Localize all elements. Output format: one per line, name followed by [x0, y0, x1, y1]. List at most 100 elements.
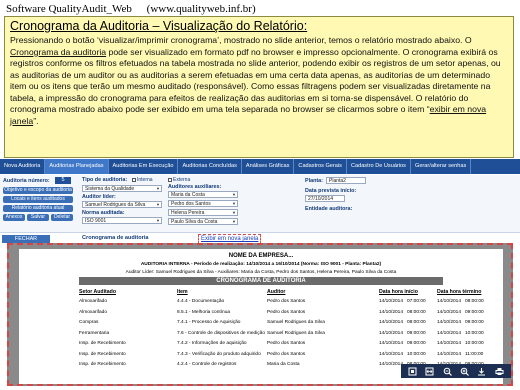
tab-auditorias-planejadas[interactable]: Auditorias Planejadas: [45, 159, 109, 174]
table-cell: Ferramentaria: [79, 330, 110, 336]
locais-itens-button[interactable]: Locais e itens auditados: [3, 196, 73, 203]
col-auditor-header: Auditor: [267, 289, 286, 295]
relatorio-auditoria-button[interactable]: Relatório auditoria atual: [3, 205, 73, 212]
zoom-in-icon[interactable]: [459, 366, 470, 376]
tab-gerar-alterar-senhas[interactable]: Gerar/alterar senhas: [411, 159, 472, 174]
norma-auditada-label: Norma auditada:: [82, 210, 125, 216]
tab-auditorias-em-execucao[interactable]: Auditorias Em Execução: [109, 159, 179, 174]
interna-radio[interactable]: Interna: [132, 177, 153, 183]
cronograma-label: Cronograma de auditoria: [82, 235, 149, 241]
zoom-out-icon[interactable]: [442, 366, 453, 376]
table-row: Insp. de Recebimento 7.4.2 - Informações …: [79, 341, 484, 350]
table-cell: 14/10/2014: [437, 351, 462, 357]
table-row: Ferramentaria 7.6 - Controle de dispositi…: [79, 330, 484, 340]
externa-label: Externa: [173, 177, 191, 183]
tab-cadastros-gerais[interactable]: Cadastros Gerais: [294, 159, 347, 174]
auditor-lider-label: Auditor líder:: [82, 194, 116, 200]
table-row: Compras 7.4.1 - Processo de Aquisição Samu…: [79, 320, 484, 329]
table-row: Almoxarifado 4.4.4 - Documentação Pedro do…: [79, 299, 484, 308]
fechar-relatorio-button[interactable]: FECHAR RELATÓRIO: [2, 235, 50, 250]
table-cell: 08:00:00: [407, 309, 426, 315]
tab-analises-graficas[interactable]: Análises Gráficas: [242, 159, 295, 174]
salvar-button[interactable]: Salvar: [27, 214, 49, 221]
tipo-auditoria-value: Sistema da Qualidade: [85, 186, 135, 192]
callout-body: Pressionando o botão ‘visualizar/imprimi…: [10, 35, 508, 127]
chevron-down-icon: ▼: [156, 186, 160, 191]
auditor-lider-select[interactable]: Samuel Rodrigues da Silva ▼: [82, 201, 162, 208]
tipo-auditoria-select[interactable]: Sistema da Qualidade ▼: [82, 185, 162, 192]
auditoria-numero-label: Auditoria número:: [3, 178, 50, 184]
chevron-down-icon: ▼: [232, 210, 236, 215]
table-cell: 14/10/2014: [437, 330, 462, 336]
auxiliar-select-4[interactable]: Paulo Silva da Costa ▼: [168, 218, 238, 225]
chevron-down-icon: ▼: [232, 219, 236, 224]
table-cell: 09:00:00: [407, 330, 426, 336]
col-setor-header: Setor Auditado: [79, 289, 116, 295]
tab-nova-auditoria[interactable]: Nova Auditoria: [0, 159, 46, 174]
interna-label: Interna: [137, 177, 153, 183]
chevron-down-icon: ▼: [156, 218, 160, 223]
table-cell: Insp. de Recebimento: [79, 341, 126, 346]
table-cell: 14/10/2014: [379, 351, 404, 357]
anexos-button[interactable]: Anexos: [3, 214, 25, 221]
planta-select[interactable]: Planta2: [326, 177, 366, 184]
auxiliar-select-3[interactable]: Helena Pereira ▼: [168, 209, 238, 216]
chevron-down-icon: ▼: [232, 201, 236, 206]
auxiliar-value-2: Pedro dos Santos: [171, 201, 211, 207]
download-icon[interactable]: [476, 366, 487, 376]
software-name: Software QualityAudit_Web: [6, 3, 132, 15]
tab-auditorias-concluidas[interactable]: Auditorias Concluídas: [178, 159, 242, 174]
callout-link-cronograma: Cronograma da auditoria: [10, 46, 107, 57]
table-cell: Insp. de Recebimento: [79, 351, 126, 357]
data-prevista-input[interactable]: 27/10/2014: [305, 195, 345, 202]
table-cell: Pedro dos Santos: [267, 309, 306, 315]
slide-header: Software QualityAudit_Web (www.qualitywe…: [0, 0, 520, 17]
table-cell: 10:00:00: [407, 351, 426, 357]
norma-auditada-select[interactable]: ISO 9001 ▼: [82, 217, 162, 224]
fit-page-icon[interactable]: [407, 366, 418, 376]
table-cell: 10:00:00: [465, 330, 484, 336]
table-cell: 09:00:00: [465, 309, 484, 315]
table-cell: 14/10/2014: [379, 362, 404, 367]
table-cell: Insp. de Recebimento: [79, 362, 126, 367]
table-cell: Maria da Costa: [267, 362, 300, 367]
fit-width-icon[interactable]: [424, 366, 435, 376]
report-company: NOME DA EMPRESA...: [228, 253, 294, 259]
callout-title: Cronograma da Auditoria – Visualização d…: [10, 19, 308, 33]
chevron-down-icon: ▼: [156, 202, 160, 207]
data-prevista-label: Data prevista início:: [305, 188, 357, 194]
auditores-auxiliares-label: Auditores auxiliares:: [168, 184, 222, 190]
table-cell: 4.4.4 - Documentação: [177, 299, 225, 304]
table-cell: 11:00:00: [465, 351, 484, 357]
data-prevista-value: 27/10/2014: [308, 196, 334, 202]
col-inicio-header: Data hora início: [379, 289, 418, 295]
pdf-viewer[interactable]: NOME DA EMPRESA... AUDITORIA INTERNA - P…: [7, 243, 513, 386]
audit-filter-panel: Auditoria número: 5 Objetivo e escopo da…: [0, 175, 520, 233]
table-cell: 7.6 - Controle de dispositivos de mediçã…: [177, 330, 265, 336]
table-cell: 8.5.1 - Melhoria contínua: [177, 309, 231, 315]
auxiliar-select-2[interactable]: Pedro dos Santos ▼: [168, 200, 238, 207]
table-cell: 14/10/2014: [437, 320, 462, 325]
auditor-lider-value: Samuel Rodrigues da Silva: [85, 202, 146, 208]
externa-radio[interactable]: Externa: [168, 177, 190, 183]
auxiliar-select-1[interactable]: Maria da Costa ▼: [168, 191, 238, 198]
table-cell: Samuel Rodrigues da Silva: [267, 320, 325, 325]
table-cell: Almoxarifado: [79, 299, 107, 304]
print-icon[interactable]: [494, 366, 505, 376]
table-cell: 08:00:00: [407, 320, 426, 325]
report-banner: CRONOGRAMA DE AUDITORIA: [79, 277, 443, 285]
main-tabs: Nova Auditoria Auditorias Planejadas Aud…: [0, 159, 520, 174]
chevron-down-icon: ▼: [232, 192, 236, 197]
deletar-button[interactable]: Deletar: [51, 214, 73, 221]
tab-cadastro-de-usuarios[interactable]: Cadastro De Usuários: [347, 159, 411, 174]
table-row: Insp. de Recebimento 7.4.3 - Verificação …: [79, 351, 483, 361]
table-cell: Pedro dos Santos: [267, 299, 306, 304]
objetivo-escopo-button[interactable]: Objetivo e escopo da auditoria: [3, 187, 73, 194]
table-cell: 14/10/2014: [379, 299, 404, 304]
table-cell: 09:00:00: [465, 320, 484, 325]
table-cell: 09:00:00: [407, 341, 426, 346]
auditoria-numero-value: 5: [55, 177, 71, 184]
table-cell: 14/10/2014: [379, 320, 404, 325]
table-cell: 7.4.3 - Verificação do produto adquirido: [177, 351, 261, 357]
table-cell: 07:00:00: [407, 299, 426, 304]
